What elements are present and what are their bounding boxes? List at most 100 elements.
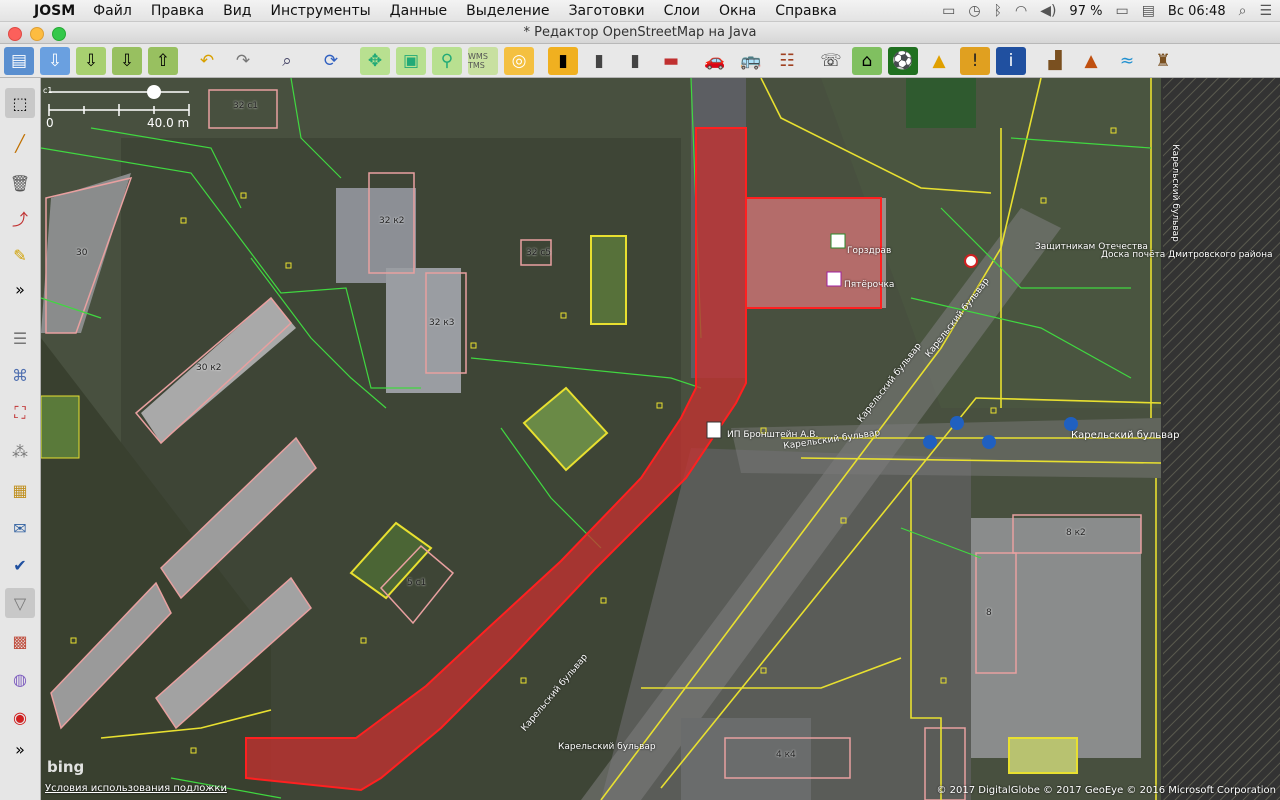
phone-icon[interactable]: ☏ xyxy=(816,47,846,75)
menu-selection[interactable]: Выделение xyxy=(466,3,549,19)
more-panels-icon[interactable]: » xyxy=(5,734,35,764)
tag-icon[interactable]: ⌘ xyxy=(5,360,35,390)
map-label: 32 с5 xyxy=(526,248,551,258)
mail-icon[interactable]: ✉ xyxy=(5,513,35,543)
peak-icon[interactable]: ▲ xyxy=(1076,47,1106,75)
imagery-terms-link[interactable]: Условия использования подложки xyxy=(45,783,227,794)
app-menu[interactable]: JOSM xyxy=(34,3,75,19)
zoom-selection-icon[interactable]: ▣ xyxy=(396,46,426,75)
preset-icon[interactable]: ▩ xyxy=(5,626,35,656)
crossing-icon[interactable]: ▮ xyxy=(548,46,578,75)
map-label: 8 xyxy=(986,608,992,618)
map-view[interactable]: 0 40.0 m c1 32 с1 32 к2 32 с5 32 к3 30 к… xyxy=(41,78,1280,800)
pencil-icon[interactable]: ✎ xyxy=(5,240,35,270)
map-label: Карельский бульвар xyxy=(1169,144,1180,242)
download-area-icon[interactable]: ⇩ xyxy=(112,46,142,75)
bluetooth-icon[interactable]: ᛒ xyxy=(994,3,1002,19)
layers-icon[interactable]: ☰ xyxy=(5,323,35,353)
barrier-icon[interactable]: ▮ xyxy=(620,47,650,75)
shop-icon[interactable]: ▲ xyxy=(924,47,954,75)
menu-view[interactable]: Вид xyxy=(223,3,251,19)
close-window-button[interactable] xyxy=(8,27,22,41)
menu-tools[interactable]: Инструменты xyxy=(270,3,370,19)
imagery-icon[interactable]: ◎ xyxy=(504,46,534,75)
map-label: 30 к2 xyxy=(196,363,222,373)
traffic-signal-icon[interactable]: ▮ xyxy=(584,47,614,75)
castle-icon[interactable]: ♜ xyxy=(1148,47,1178,75)
zoom-slider-handle xyxy=(147,85,161,99)
sport-icon[interactable]: ⚽ xyxy=(888,46,918,75)
map-marker-icon[interactable]: ◉ xyxy=(5,702,35,732)
wms-tms-icon[interactable]: WMS TMS xyxy=(468,46,498,75)
style-icon[interactable]: ◍ xyxy=(5,664,35,694)
display-icon[interactable]: ▭ xyxy=(942,3,955,19)
map-label: Карельский бульвар xyxy=(1071,430,1180,441)
print-icon[interactable]: ⌕ xyxy=(272,47,302,75)
wifi-icon[interactable]: ◠ xyxy=(1015,3,1027,19)
menu-windows[interactable]: Окна xyxy=(719,3,756,19)
oneway-sign-icon xyxy=(950,416,964,430)
notes-icon[interactable]: ▦ xyxy=(5,475,35,505)
info-icon[interactable]: i xyxy=(996,46,1026,75)
map-label: Карельский бульвар xyxy=(558,742,656,752)
zoom-icon[interactable]: ⚲ xyxy=(432,46,462,75)
wall-icon[interactable]: ▬ xyxy=(656,47,686,75)
download-icon[interactable]: ⇩ xyxy=(76,46,106,75)
map-label: 5 с1 xyxy=(407,578,427,588)
oneway-sign-icon xyxy=(1064,417,1078,431)
bing-logo: bing xyxy=(47,758,85,776)
notification-center-icon[interactable]: ☰ xyxy=(1259,3,1272,19)
flag-icon[interactable]: ▤ xyxy=(1142,3,1155,19)
upload-icon[interactable]: ⇧ xyxy=(148,46,178,75)
no-entry-sign-icon xyxy=(964,254,978,268)
water-icon[interactable]: ≈ xyxy=(1112,47,1142,75)
more-tools-icon[interactable]: » xyxy=(5,274,35,304)
main-toolbar: ▤ ⇩ ⇩ ⇩ ⇧ ↶ ↷ ⌕ ⟳ ✥ ▣ ⚲ WMS TMS ◎ ▮ ▮ ▮ … xyxy=(0,44,1280,78)
railway-icon[interactable]: ☷ xyxy=(772,47,802,75)
menu-help[interactable]: Справка xyxy=(775,3,837,19)
scale-zoom-label: c1 xyxy=(43,86,53,95)
map-label: 32 к2 xyxy=(379,216,405,226)
clock[interactable]: Вс 06:48 xyxy=(1168,4,1226,19)
filter-icon[interactable]: ▽ xyxy=(5,588,35,618)
menu-layers[interactable]: Слои xyxy=(664,3,700,19)
warning-icon[interactable]: ! xyxy=(960,46,990,75)
window-title: * Редактор OpenStreetMap на Java xyxy=(523,25,757,40)
minimize-window-button[interactable] xyxy=(30,27,44,41)
scale-length: 40.0 m xyxy=(147,116,190,130)
menu-edit[interactable]: Правка xyxy=(151,3,204,19)
delete-icon[interactable]: 🗑 xyxy=(5,168,35,198)
undo-icon[interactable]: ↶ xyxy=(192,47,222,75)
imagery-attribution: © 2017 DigitalGlobe © 2017 GeoEye © 2016… xyxy=(936,785,1276,796)
map-label: 30 xyxy=(76,248,88,258)
battery-percent: 97 % xyxy=(1069,3,1103,19)
industrial-icon[interactable]: ▟ xyxy=(1040,47,1070,75)
select-icon[interactable]: ⬚ xyxy=(5,88,35,118)
building-icon[interactable]: ⌂ xyxy=(852,46,882,75)
refresh-icon[interactable]: ⟳ xyxy=(316,47,346,75)
redo-icon[interactable]: ↷ xyxy=(228,47,258,75)
left-toolbar: ⬚ ╱ 🗑 ⤴ ✎ » ☰ ⌘ ⛶ ⁂ ▦ ✉ ✔ ▽ ▩ ◍ ◉ » xyxy=(0,78,41,800)
relation-icon[interactable]: ⛶ xyxy=(5,398,35,428)
bus-icon[interactable]: 🚌 xyxy=(736,47,766,75)
check-icon[interactable]: ✔ xyxy=(5,550,35,580)
menu-data[interactable]: Данные xyxy=(390,3,448,19)
battery-icon[interactable]: ▭ xyxy=(1115,3,1128,19)
zoom-window-button[interactable] xyxy=(52,27,66,41)
volume-icon[interactable]: ◀) xyxy=(1040,3,1056,19)
map-point-marker xyxy=(706,421,722,439)
open-icon[interactable]: ▤ xyxy=(4,46,34,75)
menu-presets[interactable]: Заготовки xyxy=(569,3,645,19)
system-menubar: JOSM Файл Правка Вид Инструменты Данные … xyxy=(0,0,1280,22)
scale-zero: 0 xyxy=(46,116,54,130)
validator-icon[interactable]: ⁂ xyxy=(5,436,35,466)
menu-file[interactable]: Файл xyxy=(93,3,132,19)
spotlight-icon[interactable]: ⌕ xyxy=(1239,3,1247,19)
save-icon[interactable]: ⇩ xyxy=(40,46,70,75)
time-machine-icon[interactable]: ◷ xyxy=(968,3,980,19)
draw-way-icon[interactable]: ╱ xyxy=(5,128,35,158)
car-icon[interactable]: 🚗 xyxy=(700,47,730,75)
connect-icon[interactable]: ⤴ xyxy=(5,203,35,233)
oneway-sign-icon xyxy=(923,435,937,449)
zoom-fit-icon[interactable]: ✥ xyxy=(360,46,390,75)
